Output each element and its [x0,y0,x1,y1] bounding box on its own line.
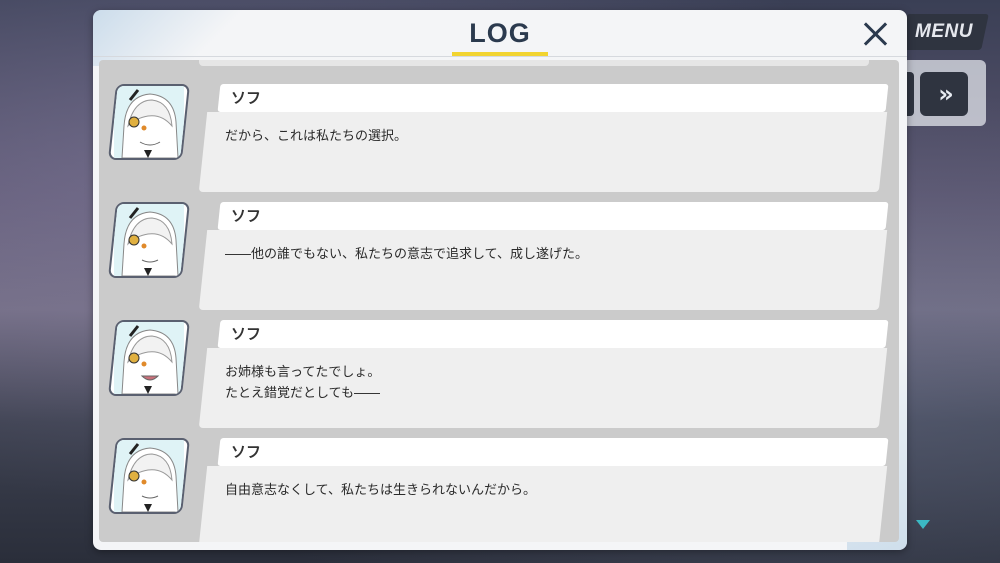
fast-forward-button[interactable]: » [920,72,968,116]
speaker-avatar [108,438,190,514]
dialogue-text: ――他の誰でもない、私たちの意志で追求して、成し遂げた。 [225,247,588,262]
menu-button-label: MENU [915,21,973,42]
log-panel: LOG ソフ だから、これは私たちの選択。 ソフ ――他の誰でもない、私たちの意… [93,10,907,550]
dialogue-text: 自由意志なくして、私たちは生きられないんだから。 [225,483,536,498]
log-title: LOG [469,18,531,48]
dialogue-text: お姉様も言ってたでしょ。 たとえ錯覚だとしても―― [225,365,381,401]
log-entry: ソフ だから、これは私たちの選択。 [99,70,899,192]
speaker-name: ソフ [231,443,262,461]
log-entry: ソフ お姉様も言ってたでしょ。 たとえ錯覚だとしても―― [99,306,899,428]
speaker-name: ソフ [231,89,262,107]
speaker-name: ソフ [231,325,262,343]
scroll-down-indicator-icon[interactable] [916,520,930,529]
previous-entry-edge [199,60,869,66]
speaker-name-bar [217,320,889,348]
close-icon[interactable] [857,16,895,54]
speaker-name-bar [217,438,889,466]
speaker-name-bar [217,202,889,230]
log-entry: ソフ 自由意志なくして、私たちは生きられないんだから。 [99,424,899,542]
header-divider [93,56,907,57]
speaker-name: ソフ [231,207,262,225]
speaker-avatar [108,202,190,278]
speaker-name-bar [217,84,889,112]
speaker-avatar [108,320,190,396]
log-entry: ソフ ――他の誰でもない、私たちの意志で追求して、成し遂げた。 [99,188,899,310]
fast-forward-icon: » [938,80,953,108]
dialogue-bubble [198,112,888,192]
menu-button[interactable]: MENU [899,14,989,50]
control-tray: » [902,60,986,126]
dialogue-bubble [198,230,888,310]
dialogue-bubble [198,466,888,542]
dialogue-text: だから、これは私たちの選択。 [225,129,408,144]
log-list[interactable]: ソフ だから、これは私たちの選択。 ソフ ――他の誰でもない、私たちの意志で追求… [99,60,899,542]
speaker-avatar [108,84,190,160]
